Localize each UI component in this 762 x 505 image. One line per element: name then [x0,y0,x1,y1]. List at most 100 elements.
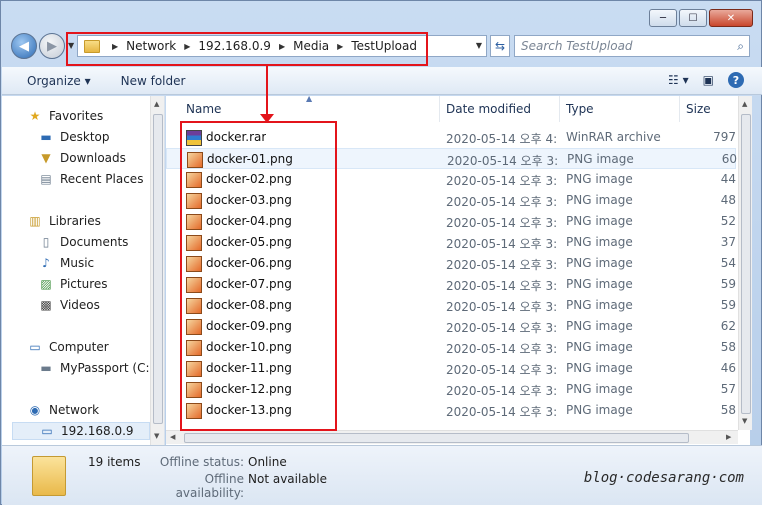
minimize-button[interactable]: ─ [649,9,677,27]
file-type: PNG image [566,298,633,312]
forward-button[interactable]: ▶ [39,33,65,59]
offline-status-value: Online [248,455,287,469]
nav-documents[interactable]: ▯ Documents [38,233,129,251]
address-highlight-box [66,32,428,66]
file-type: PNG image [566,361,633,375]
maximize-button[interactable]: ☐ [679,9,707,27]
file-size: 58 [720,403,736,417]
file-type: PNG image [566,172,633,186]
file-date: 2020-05-14 오후 3:... [446,300,556,314]
nav-pictures[interactable]: ▨ Pictures [38,275,107,293]
file-type: PNG image [567,152,634,166]
file-type: PNG image [566,256,633,270]
scroll-up-icon[interactable]: ▲ [742,100,747,108]
file-type: PNG image [566,319,633,333]
refresh-button[interactable]: ⇆ [490,35,510,57]
nav-music[interactable]: ♪ Music [38,254,94,272]
scroll-down-icon[interactable]: ▼ [742,417,747,425]
file-date: 2020-05-14 오후 3:... [446,258,556,272]
file-type: PNG image [566,403,633,417]
file-size: 60 [721,152,737,166]
file-size: 57 [720,382,736,396]
file-list-vscrollbar[interactable]: ▲ ▼ [738,96,752,430]
downloads-icon: ▼ [41,151,51,165]
scroll-thumb[interactable] [741,114,751,414]
file-date: 2020-05-14 오후 3:... [446,279,556,293]
search-icon[interactable]: ⌕ [737,39,744,54]
recent-places-icon: ▤ [40,172,52,186]
file-date: 2020-05-14 오후 4:... [446,132,556,146]
nav-host-selected[interactable]: ▭ 192.168.0.9 [12,422,150,440]
column-headers: ▲ Name Date modified Type Size [166,94,750,122]
drive-icon: ▬ [40,361,52,375]
documents-icon: ▯ [42,235,50,249]
search-input[interactable]: Search TestUpload ⌕ [514,35,750,57]
nav-videos[interactable]: ▩ Videos [38,296,100,314]
file-size: 46 [720,361,736,375]
computer-icon: ▭ [29,340,41,354]
pictures-icon: ▨ [40,277,52,291]
nav-network[interactable]: ◉ Network [27,401,99,419]
server-icon: ▭ [41,424,53,438]
scroll-up-icon[interactable]: ▲ [154,100,159,108]
nav-favorites[interactable]: ★ Favorites [27,107,104,125]
file-date: 2020-05-14 오후 3:... [446,363,556,377]
preview-pane-icon[interactable]: ▣ [703,73,714,87]
scroll-down-icon[interactable]: ▼ [154,432,159,440]
file-date: 2020-05-14 오후 3:... [446,195,556,209]
column-name[interactable]: Name [180,96,440,122]
nav-computer[interactable]: ▭ Computer [27,338,108,356]
navigation-scrollbar[interactable]: ▲ ▼ [150,96,164,445]
nav-drive-c[interactable]: ▬ MyPassport (C:) [38,359,154,377]
watermark: blog·codesarang·com [583,470,744,486]
help-icon[interactable]: ? [728,72,744,88]
file-date: 2020-05-14 오후 3:... [446,342,556,356]
file-size: 52 [720,214,736,228]
file-type: WinRAR archive [566,130,661,144]
file-size: 54 [720,256,736,270]
close-button[interactable]: ✕ [709,9,753,27]
videos-icon: ▩ [40,298,52,312]
arrow-right-icon: ▶ [47,38,57,54]
scroll-thumb[interactable] [153,114,163,424]
file-type: PNG image [566,193,633,207]
refresh-icon: ⇆ [494,39,506,53]
star-icon: ★ [29,109,41,123]
new-folder-button[interactable]: New folder [121,74,186,88]
column-size[interactable]: Size [680,96,740,122]
explorer-window: ─ ☐ ✕ ◀ ▶ ▼ ▶ Network ▶ 192.168.0.9 ▶ Media… [0,0,762,505]
file-size: 797 [713,130,736,144]
nav-libraries[interactable]: ▥ Libraries [27,212,101,230]
address-dropdown-icon[interactable]: ▼ [476,41,482,50]
file-size: 37 [720,235,736,249]
folder-icon [32,456,66,496]
scroll-thumb[interactable] [184,433,689,443]
file-list-hscrollbar[interactable]: ◀ ▶ [166,430,738,444]
nav-recent-places[interactable]: ▤ Recent Places [38,170,143,188]
column-date-modified[interactable]: Date modified [440,96,560,122]
file-type: PNG image [566,214,633,228]
offline-availability-value: Not available [248,472,328,486]
scroll-right-icon[interactable]: ▶ [726,433,731,441]
command-bar: Organize ▾ New folder ☷ ▾ ▣ ? [2,67,762,95]
organize-button[interactable]: Organize ▾ [27,74,91,88]
file-type: PNG image [566,382,633,396]
libraries-icon: ▥ [29,214,41,228]
file-type: PNG image [566,277,633,291]
file-size: 62 [720,319,736,333]
view-options-icon[interactable]: ☷ ▾ [668,73,689,87]
file-size: 44 [720,172,736,186]
item-count: 19 items [88,455,141,469]
file-date: 2020-05-14 오후 3:... [446,321,556,335]
column-type[interactable]: Type [560,96,680,122]
file-size: 48 [720,193,736,207]
nav-downloads[interactable]: ▼ Downloads [38,149,126,167]
file-size: 59 [720,298,736,312]
search-placeholder: Search TestUpload [521,39,633,53]
back-button[interactable]: ◀ [11,33,37,59]
navigation-pane: ★ Favorites ▬ Desktop ▼ Downloads ▤ Recent P… [2,96,165,445]
scroll-left-icon[interactable]: ◀ [170,433,175,441]
file-type: PNG image [566,235,633,249]
details-pane: 19 items Offline status: Online Offline … [2,445,762,505]
nav-desktop[interactable]: ▬ Desktop [38,128,109,146]
